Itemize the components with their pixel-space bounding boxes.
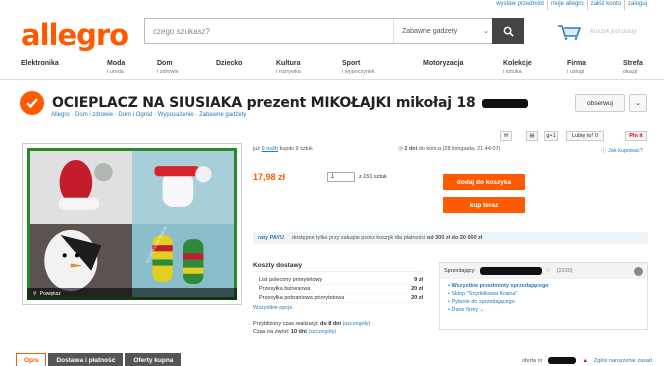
chevron-down-icon: ⌄ xyxy=(635,100,641,107)
seller-link-ask[interactable]: • Pytanie do sprzedającego xyxy=(448,298,639,306)
seller-badge-icon xyxy=(634,266,643,276)
nav-sport[interactable]: Sport i wypoczynek xyxy=(342,60,375,76)
page-title: OCIEPLACZ NA SIUSIAKA prezent MIKOŁAJKI … xyxy=(52,95,476,111)
photo-quadrant xyxy=(132,151,234,224)
breadcrumb-item[interactable]: Dom i zdrowie xyxy=(75,112,113,118)
magnifier-icon: ⚲ xyxy=(33,291,37,297)
product-photo[interactable]: szydelkowa kraina ⚲ Powiększ xyxy=(22,143,242,305)
zoom-label: Powiększ xyxy=(39,291,61,297)
how-to-buy-link[interactable]: ⓘ Jak kupować? xyxy=(601,146,643,154)
all-options-link[interactable]: Wszystkie opcje xyxy=(253,305,423,311)
nav-moda[interactable]: Moda i uroda xyxy=(107,60,125,76)
breadcrumb-item[interactable]: Wyposażenie xyxy=(158,112,194,118)
breadcrumb-item[interactable]: Dom i Ogród xyxy=(118,112,152,118)
facebook-like-button[interactable]: Lubię to! 0 xyxy=(566,131,604,141)
watch-button[interactable]: obserwuj xyxy=(575,94,625,112)
category-nav: Elektronika Moda i uroda Dom i zdrowie Dzi… xyxy=(0,58,664,80)
nav-strefa[interactable]: Strefa okazji xyxy=(623,60,643,76)
email-share-icon[interactable]: ✉ xyxy=(500,131,512,141)
buy-now-button[interactable]: kup teraz xyxy=(443,197,525,213)
category-select[interactable]: Zabawne gadżety ⌄ xyxy=(393,19,497,43)
top-link-my-allegro[interactable]: moje allegro xyxy=(546,0,587,10)
top-links: wystaw przedmiot moje allegro załóż kont… xyxy=(493,0,650,10)
quantity-input[interactable]: 1 xyxy=(327,172,355,182)
nav-kolekcje[interactable]: Kolekcje i sztuka xyxy=(503,60,532,76)
redacted-offer-number xyxy=(548,357,577,364)
time-left: ◷ 2 dni do końca (28 listopada, 21:44:07… xyxy=(398,146,501,152)
tab-dostawa[interactable]: Dostawa i płatność xyxy=(48,353,124,366)
chevron-down-icon: ⌄ xyxy=(483,28,489,35)
installments-band: raty PAYU dostępne tylko przy zakupie pr… xyxy=(253,232,648,244)
report-link[interactable]: Zgłoś naruszenie zasad xyxy=(594,358,652,364)
seller-link-shop[interactable]: • Sklep "Szydełkowa Kraina" xyxy=(448,290,639,298)
quantity-available: z 151 sztuk xyxy=(359,174,387,180)
top-link-login[interactable]: zaloguj xyxy=(623,0,650,10)
zoom-bar[interactable]: ⚲ Powiększ xyxy=(27,288,237,300)
breadcrumb-item[interactable]: Allegro xyxy=(51,112,70,118)
tab-oferty[interactable]: Oferty kupna xyxy=(125,353,182,366)
search-input[interactable]: czego szukasz? xyxy=(145,27,393,36)
search-bar: czego szukasz? Zabawne gadżety ⌄ xyxy=(144,18,498,44)
nav-firma[interactable]: Firma i usługi xyxy=(567,60,586,76)
seller-link-all-items[interactable]: • Wszystkie przedmioty sprzedającego xyxy=(448,282,639,290)
nav-elektronika[interactable]: Elektronika xyxy=(21,60,59,68)
tabs: Opis Dostawa i płatność Oferty kupna xyxy=(16,353,183,366)
offer-footer: oferta nr ▲ Zgłoś naruszenie zasad xyxy=(522,357,652,364)
breadcrumb: Allegro · Dom i zdrowie · Dom i Ogród · … xyxy=(51,112,247,118)
prep-time: Przybliżony czas realizacji: do 8 dni (s… xyxy=(253,321,371,327)
print-icon[interactable]: ▤ xyxy=(526,131,538,141)
cart-icon[interactable] xyxy=(557,22,582,40)
nav-dom[interactable]: Dom i zdrowie xyxy=(157,60,179,76)
help-icon: ⓘ xyxy=(601,148,607,154)
search-icon xyxy=(503,26,514,37)
gplus-button[interactable]: g+1 xyxy=(544,131,558,141)
photo-quadrant xyxy=(30,151,132,224)
star-icon: ☆ xyxy=(545,268,551,274)
redacted-seller-name xyxy=(479,267,542,275)
nav-motoryzacja[interactable]: Motoryzacja xyxy=(423,60,463,68)
photo-quadrant xyxy=(30,224,132,297)
nav-dziecko[interactable]: Dziecko xyxy=(216,60,242,68)
offer-number-label: oferta nr xyxy=(521,357,543,364)
breadcrumb-item[interactable]: Zabawne gadżety xyxy=(199,112,246,118)
add-to-cart-button[interactable]: dodaj do koszyka xyxy=(443,174,525,190)
photo-frame: szydelkowa kraina xyxy=(27,148,237,300)
top-link-sell[interactable]: wystaw przedmiot xyxy=(493,0,547,10)
price: 17,98 zł xyxy=(253,172,286,182)
shipping-row: Przesyłka biznesowa 20 zł xyxy=(253,285,423,294)
nav-kultura[interactable]: Kultura i rozrywka xyxy=(276,60,301,76)
allegro-logo[interactable]: allegro xyxy=(21,18,129,52)
top-link-register[interactable]: załóż konto xyxy=(586,0,624,10)
shipping-title: Koszty dostawy xyxy=(253,262,423,272)
watch-dropdown-button[interactable]: ⌄ xyxy=(629,94,647,112)
pinterest-button[interactable]: Pin it xyxy=(625,131,647,141)
return-time: Czas na zwrot: 10 dni (szczegóły) xyxy=(253,329,337,335)
cart-status: Koszyk jest pusty xyxy=(590,29,637,35)
category-select-value: Zabawne gadżety xyxy=(402,27,458,35)
payu-logo: raty PAYU xyxy=(258,235,284,241)
flag-icon: ▲ xyxy=(582,357,588,364)
seller-box: Sprzedający: ☆ (2230) • Wszystkie przedm… xyxy=(439,262,648,330)
shipping-row: Przesyłka pobraniowa priorytetowa 20 zł xyxy=(253,294,423,303)
check-icon xyxy=(20,91,44,115)
tab-opis[interactable]: Opis xyxy=(16,353,47,366)
return-details-link[interactable]: (szczegóły) xyxy=(308,329,336,335)
seller-header: Sprzedający: ☆ (2230) xyxy=(440,263,647,279)
shipping-costs: Koszty dostawy List polecony priorytetow… xyxy=(253,262,423,335)
seller-link-company-data[interactable]: • Dane firmy ⌄ xyxy=(448,306,639,314)
prep-details-link[interactable]: (szczegóły) xyxy=(343,321,371,327)
sold-people-link[interactable]: 9 osób xyxy=(262,146,279,152)
sold-info: już 9 osób kupiło 9 sztuk xyxy=(253,146,313,152)
shipping-row: List polecony priorytetowy 9 zł xyxy=(253,276,423,285)
clock-icon: ◷ xyxy=(398,146,403,152)
seller-rating[interactable]: (2230) xyxy=(557,268,573,274)
redacted-text xyxy=(481,98,528,108)
search-button[interactable] xyxy=(492,18,524,44)
